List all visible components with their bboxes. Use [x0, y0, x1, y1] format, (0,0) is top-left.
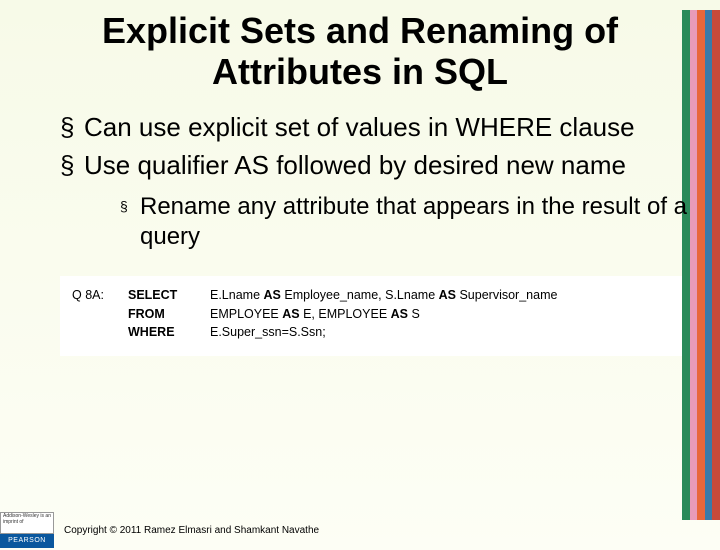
copyright-text: Copyright © 2011 Ramez Elmasri and Shamk… [64, 525, 319, 536]
sql-query-example: Q 8A: SELECT E.Lname AS Employee_name, S… [60, 276, 690, 356]
sql-keyword: WHERE [128, 323, 210, 342]
sql-clause: E.Lname AS Employee_name, S.Lname AS Sup… [210, 286, 678, 305]
logo-tagline: Addison-Wesley is an imprint of [0, 512, 54, 534]
slide-title: Explicit Sets and Renaming of Attributes… [50, 10, 670, 93]
query-label: Q 8A: [72, 286, 128, 305]
logo-brand: PEARSON [0, 534, 54, 548]
content-area: Can use explicit set of values in WHERE … [0, 111, 720, 252]
sql-keyword: SELECT [128, 286, 210, 305]
bullet-text: Use qualifier AS followed by desired new… [84, 150, 626, 180]
sql-clause: EMPLOYEE AS E, EMPLOYEE AS S [210, 305, 678, 324]
sql-clause: E.Super_ssn=S.Ssn; [210, 323, 678, 342]
sub-bullet-item: Rename any attribute that appears in the… [120, 192, 690, 252]
bullet-item: Can use explicit set of values in WHERE … [60, 111, 690, 144]
bullet-item: Use qualifier AS followed by desired new… [60, 149, 690, 252]
decorative-stripe [682, 10, 720, 520]
publisher-logo: Addison-Wesley is an imprint of PEARSON [0, 512, 54, 548]
sql-keyword: FROM [128, 305, 210, 324]
footer: Addison-Wesley is an imprint of PEARSON … [0, 512, 720, 548]
